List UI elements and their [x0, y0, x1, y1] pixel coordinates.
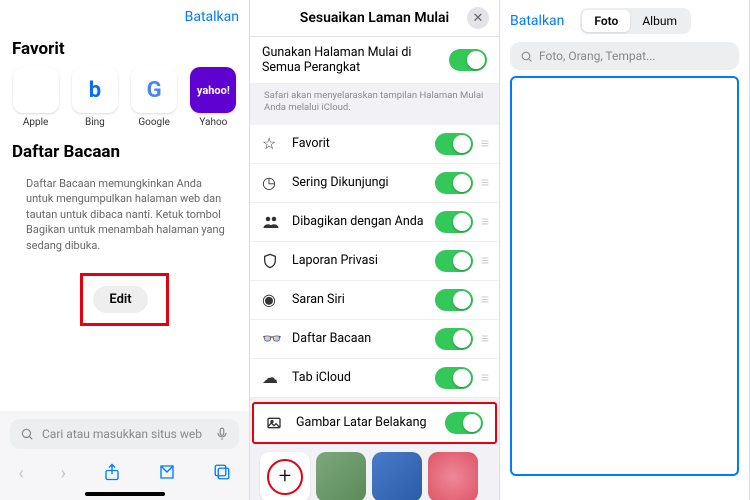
edit-highlight: Edit [80, 273, 168, 326]
reorder-handle[interactable]: ≡ [481, 174, 487, 191]
close-button[interactable]: ✕ [467, 7, 489, 29]
image-icon [266, 415, 286, 431]
sheet-title: Sesuaikan Laman Mulai [300, 10, 449, 26]
row-reading-list: 👓 Daftar Bacaan ≡ [250, 320, 499, 359]
edit-button[interactable]: Edit [93, 286, 147, 313]
reorder-handle[interactable]: ≡ [481, 252, 487, 269]
seg-albums[interactable]: Album [630, 10, 689, 32]
background-tile[interactable] [428, 452, 478, 500]
forward-icon[interactable]: › [61, 463, 66, 484]
google-icon: G [131, 67, 177, 113]
toggle-shared[interactable] [435, 211, 473, 233]
add-background-tile[interactable]: + [260, 452, 310, 500]
clock-icon: ◷ [262, 173, 282, 192]
plus-circle-icon: + [267, 459, 303, 495]
share-icon[interactable] [103, 463, 121, 484]
row-favorit: ☆ Favorit ≡ [250, 125, 499, 164]
reorder-handle[interactable]: ≡ [481, 213, 487, 230]
reading-list-description: Daftar Bacaan memungkinkan Anda untuk me… [0, 170, 249, 267]
reorder-handle[interactable]: ≡ [481, 369, 487, 386]
back-icon[interactable]: ‹ [18, 463, 23, 484]
toggle-sering[interactable] [435, 172, 473, 194]
shield-icon [262, 253, 282, 269]
toggle-privacy[interactable] [435, 250, 473, 272]
favorite-yahoo[interactable]: yahoo! Yahoo [188, 67, 239, 128]
favorites-row: Apple b Bing G Google yahoo! Yahoo [0, 67, 249, 128]
toggle-all-devices[interactable] [449, 49, 487, 71]
favorites-heading: Favorit [0, 25, 249, 67]
favorite-google[interactable]: G Google [129, 67, 180, 128]
star-icon: ☆ [262, 134, 282, 153]
sheet-header: Sesuaikan Laman Mulai ✕ [250, 0, 499, 37]
photo-picker: Batalkan Foto Album Foto, Orang, Tempat.… [500, 0, 750, 500]
safari-start-page: Batalkan Favorit Apple b Bing G Google y… [0, 0, 250, 500]
favorite-bing[interactable]: b Bing [69, 67, 120, 128]
row-background-image: Gambar Latar Belakang [254, 404, 495, 442]
toggle-reading-list[interactable] [435, 328, 473, 350]
bing-icon: b [72, 67, 118, 113]
people-icon [262, 213, 282, 231]
background-tile[interactable] [372, 452, 422, 500]
segmented-control: Foto Album [580, 8, 691, 34]
row-background-image-highlight: Gambar Latar Belakang [252, 402, 497, 444]
reorder-handle[interactable]: ≡ [481, 291, 487, 308]
home-indicator [85, 492, 165, 496]
photo-grid-selection[interactable] [510, 76, 739, 476]
customize-start-page: Sesuaikan Laman Mulai ✕ Gunakan Halaman … [250, 0, 500, 500]
siri-icon: ◉ [262, 290, 282, 309]
cloud-icon: ☁ [262, 368, 282, 387]
yahoo-icon: yahoo! [190, 67, 236, 113]
reorder-handle[interactable]: ≡ [481, 135, 487, 152]
cancel-link[interactable]: Batalkan [185, 9, 239, 25]
row-use-on-all-devices: Gunakan Halaman Mulai di Semua Perangkat [250, 37, 499, 84]
toggle-siri[interactable] [435, 289, 473, 311]
bottom-toolbar: Cari atau masukkan situs web ‹ › [0, 411, 249, 500]
background-tile[interactable] [316, 452, 366, 500]
row-privacy: Laporan Privasi ≡ [250, 242, 499, 281]
search-icon [520, 50, 533, 63]
address-bar[interactable]: Cari atau masukkan situs web [10, 419, 239, 449]
icloud-note: Safari akan menyelaraskan tampilan Halam… [250, 84, 499, 125]
favorite-apple[interactable]: Apple [10, 67, 61, 128]
toggle-background-image[interactable] [445, 412, 483, 434]
tabs-icon[interactable] [213, 463, 231, 484]
bookmarks-icon[interactable] [158, 463, 176, 484]
reading-list-heading: Daftar Bacaan [0, 128, 249, 170]
row-shared: Dibagikan dengan Anda ≡ [250, 203, 499, 242]
mic-icon[interactable] [215, 427, 229, 441]
apple-icon [13, 67, 59, 113]
cancel-button[interactable]: Batalkan [510, 13, 564, 29]
row-siri: ◉ Saran Siri ≡ [250, 281, 499, 320]
reorder-handle[interactable]: ≡ [481, 330, 487, 347]
row-icloud-tabs: ☁ Tab iCloud ≡ [250, 359, 499, 398]
photo-search[interactable]: Foto, Orang, Tempat... [510, 42, 739, 70]
background-thumbnails: + [250, 444, 499, 500]
glasses-icon: 👓 [262, 329, 282, 348]
search-icon [20, 427, 34, 441]
toggle-icloud-tabs[interactable] [435, 367, 473, 389]
seg-photos[interactable]: Foto [582, 10, 630, 32]
row-sering: ◷ Sering Dikunjungi ≡ [250, 164, 499, 203]
toggle-favorit[interactable] [435, 133, 473, 155]
